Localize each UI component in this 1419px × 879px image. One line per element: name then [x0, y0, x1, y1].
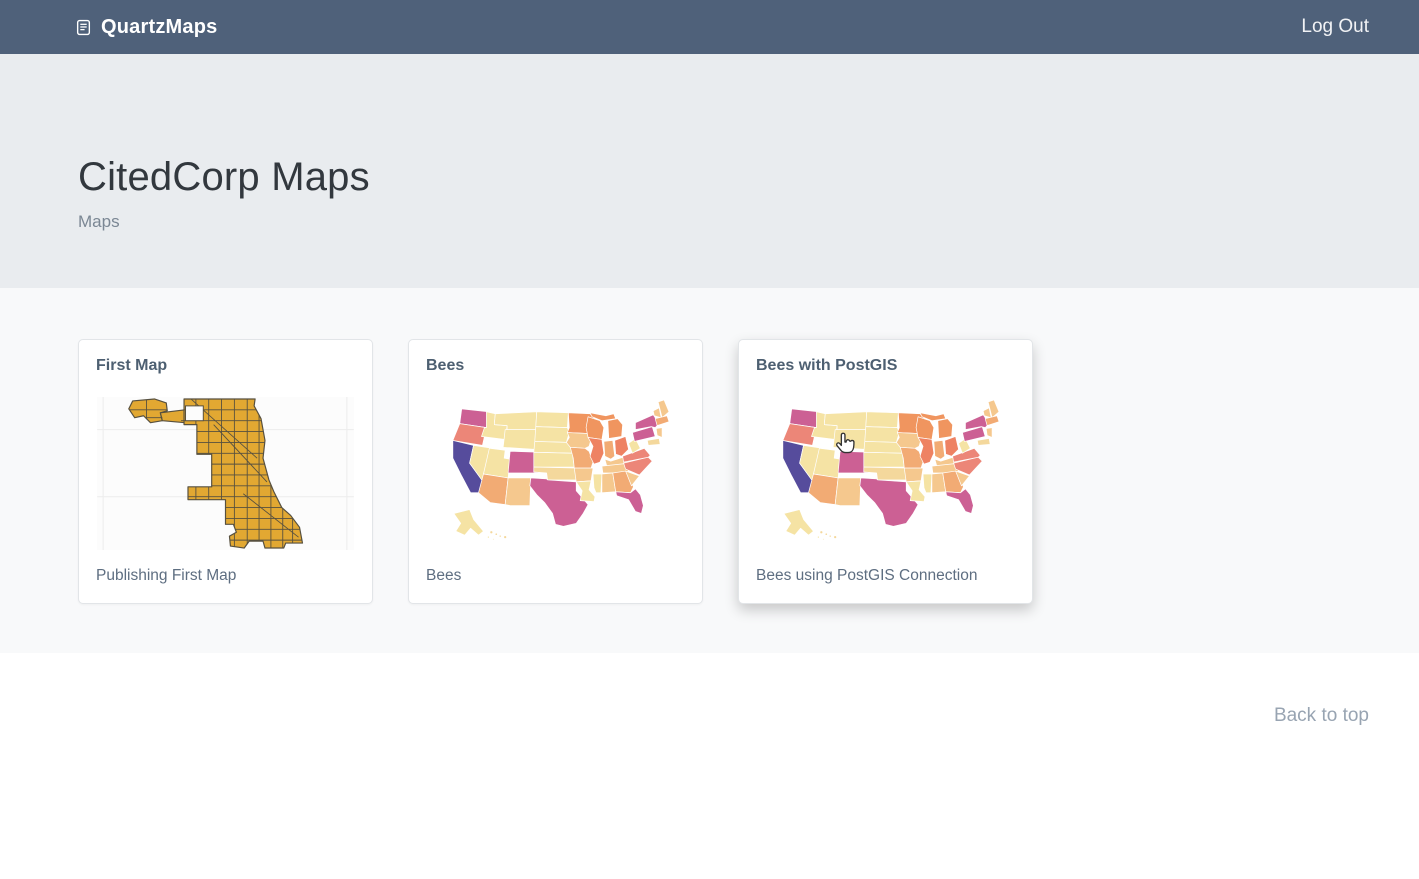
us-choropleth-svg [756, 397, 1015, 550]
journal-text-icon [75, 19, 92, 36]
back-to-top-link[interactable]: Back to top [1274, 705, 1369, 726]
chicago-map-svg [96, 397, 355, 550]
page: QuartzMaps Log Out CitedCorp Maps Maps F… [0, 0, 1419, 879]
map-card-bees[interactable]: Bees [408, 339, 703, 604]
map-card-bees-postgis[interactable]: Bees with PostGIS [738, 339, 1033, 604]
us-states-group [783, 400, 999, 540]
card-caption: Publishing First Map [96, 567, 355, 585]
map-thumbnail-us-bees-postgis[interactable] [756, 397, 1015, 550]
card-title: Bees [426, 357, 685, 375]
logout-link[interactable]: Log Out [1301, 16, 1369, 38]
maps-gallery: First Map Publishing First Map Bees [0, 288, 1419, 653]
hero-banner: CitedCorp Maps Maps [0, 54, 1419, 288]
card-caption: Bees [426, 567, 685, 585]
map-card-first-map[interactable]: First Map Publishing First Map [78, 339, 373, 604]
us-states-group [453, 400, 669, 540]
us-choropleth-svg [426, 397, 685, 550]
brand-label: QuartzMaps [101, 16, 217, 39]
map-thumbnail-chicago[interactable] [96, 397, 355, 550]
map-hole [186, 406, 204, 421]
map-thumbnail-us-bees[interactable] [426, 397, 685, 550]
top-navbar: QuartzMaps Log Out [0, 0, 1419, 54]
card-title: First Map [96, 357, 355, 375]
card-caption: Bees using PostGIS Connection [756, 567, 1015, 585]
page-footer: Back to top [0, 653, 1419, 807]
card-title: Bees with PostGIS [756, 357, 1015, 375]
page-subtitle: Maps [78, 212, 1341, 232]
page-title: CitedCorp Maps [78, 155, 1341, 200]
brand-link[interactable]: QuartzMaps [75, 16, 217, 39]
